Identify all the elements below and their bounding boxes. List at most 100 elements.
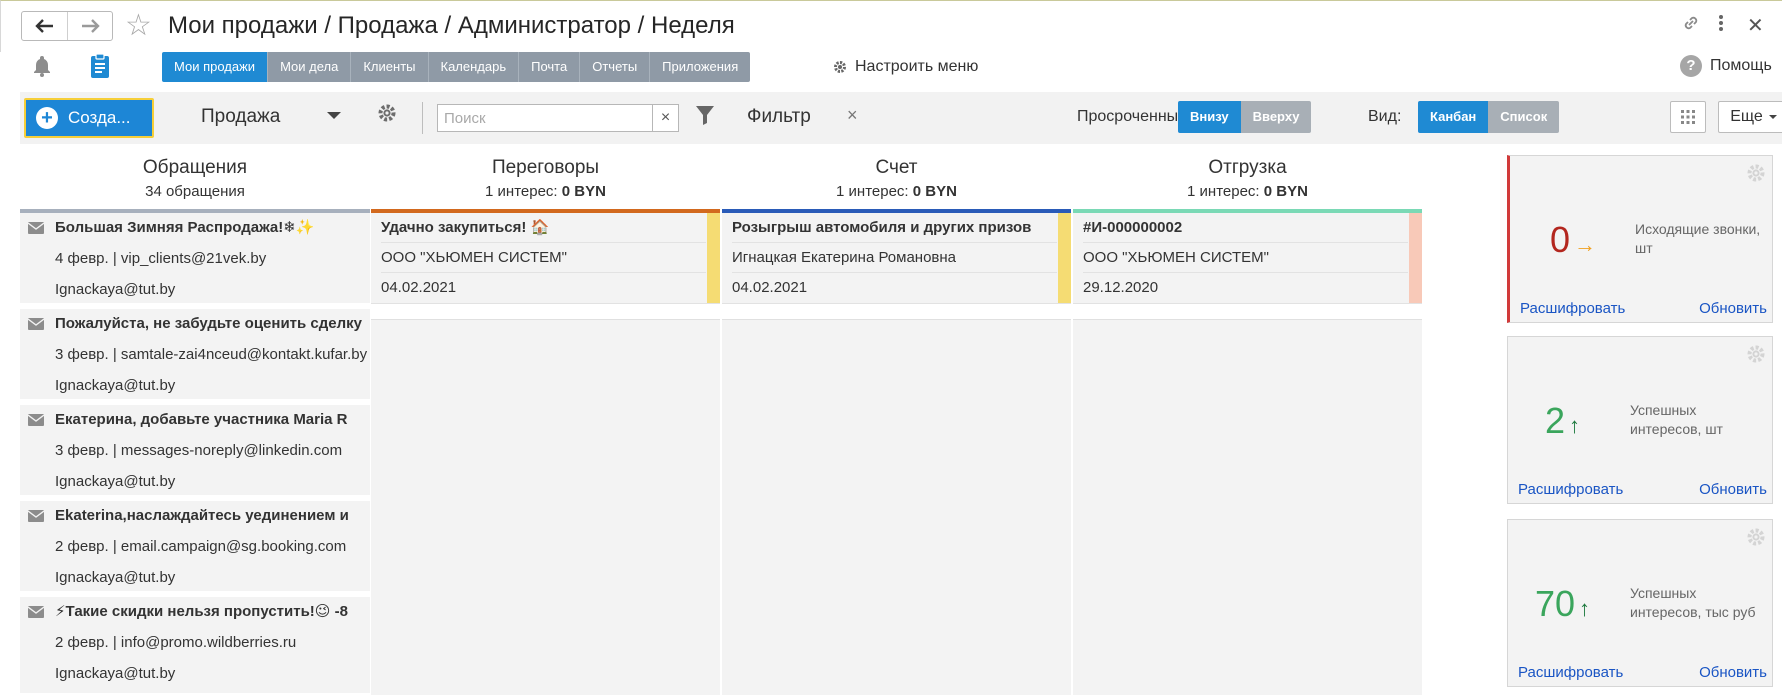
overdue-bottom-button[interactable]: Внизу — [1178, 101, 1241, 133]
envelope-icon — [27, 509, 45, 527]
inbox-card[interactable]: Екатерина, добавьте участника Maria R 3 … — [20, 405, 370, 501]
forward-button[interactable] — [67, 12, 112, 40]
card-title: #И-000000002 — [1083, 219, 1183, 236]
envelope-icon — [27, 221, 45, 239]
grid-layout-button[interactable] — [1670, 101, 1706, 133]
column-cards: Большая Зимняя Распродажа!❄✨ 4 февр. | v… — [20, 213, 370, 697]
view-list-button[interactable]: Список — [1488, 101, 1560, 133]
settings-gear-icon[interactable] — [377, 103, 397, 128]
filter-funnel-icon[interactable] — [695, 104, 715, 131]
history-nav — [21, 11, 113, 41]
chevron-down-icon[interactable] — [327, 112, 341, 119]
widget-decrypt-link[interactable]: Расшифровать — [1518, 481, 1623, 498]
column-count: 1 интерес: — [485, 183, 558, 200]
widget-refresh-link[interactable]: Обновить — [1699, 664, 1767, 681]
title-bar: ☆ Мои продажи / Продажа / Администратор … — [0, 0, 1782, 52]
card-status-stripe — [1409, 213, 1422, 303]
envelope-icon — [27, 317, 45, 335]
clipboard-icon[interactable] — [89, 53, 111, 84]
card-date: 04.02.2021 — [381, 272, 706, 302]
back-button[interactable] — [22, 12, 67, 40]
more-button[interactable]: Еще — [1718, 101, 1782, 133]
widget-refresh-link[interactable]: Обновить — [1699, 481, 1767, 498]
card-title: Розыгрыш автомобиля и других призов — [732, 219, 1032, 236]
section-tab-apps[interactable]: Приложения — [650, 52, 751, 82]
card-title: ⚡Такие скидки нельзя пропустить!😉 -8 — [55, 603, 348, 620]
card-client: ООО "ХЬЮМЕН СИСТЕМ" — [1083, 242, 1408, 272]
section-tab-calendar[interactable]: Календарь — [428, 52, 520, 82]
card-separator — [20, 303, 370, 309]
section-tab-clients[interactable]: Клиенты — [351, 52, 429, 82]
column-negotiations: Переговоры 1 интерес: 0 BYN Удачно закуп… — [371, 144, 720, 697]
widget-settings-gear-icon[interactable] — [1746, 344, 1766, 369]
card-recipient: Ignackaya@tut.by — [55, 473, 176, 490]
arrow-up-icon: ↑ — [1579, 596, 1591, 621]
card-status-stripe — [707, 213, 720, 303]
deal-card[interactable]: #И-000000002 ООО "ХЬЮМЕН СИСТЕМ" 29.12.2… — [1073, 213, 1422, 304]
column-header: Отгрузка 1 интерес: 0 BYN — [1073, 144, 1422, 210]
arrow-up-icon: ↑ — [1569, 413, 1581, 438]
card-separator — [20, 495, 370, 501]
envelope-icon — [27, 413, 45, 431]
create-button[interactable]: + Созда... — [24, 98, 154, 138]
column-empty-area — [1073, 319, 1422, 695]
overdue-label: Просроченные: — [1077, 108, 1192, 125]
inbox-card[interactable]: Большая Зимняя Распродажа!❄✨ 4 февр. | v… — [20, 213, 370, 309]
card-client: ООО "ХЬЮМЕН СИСТЕМ" — [381, 242, 706, 272]
stage-select[interactable]: Продажа — [201, 106, 280, 128]
card-meta: 3 февр. | messages-noreply@linkedin.com — [55, 442, 343, 459]
widget-description: Успешных интересов, шт — [1630, 402, 1723, 437]
link-icon[interactable] — [1681, 13, 1701, 39]
widget-refresh-link[interactable]: Обновить — [1699, 300, 1767, 317]
column-amount: 0 BYN — [1263, 183, 1308, 200]
card-title: Пожалуйста, не забудьте оценить сделку — [55, 315, 362, 332]
page-title: Мои продажи / Продажа / Администратор / … — [168, 12, 735, 39]
widget-decrypt-link[interactable]: Расшифровать — [1518, 664, 1623, 681]
view-kanban-button[interactable]: Канбан — [1418, 101, 1489, 133]
column-count: 1 интерес: — [836, 183, 909, 200]
section-tab-mail[interactable]: Почта — [519, 52, 581, 82]
filter-label[interactable]: Фильтр — [747, 106, 811, 128]
column-count: 1 интерес: — [1187, 183, 1260, 200]
filter-clear-button[interactable]: × — [847, 105, 858, 126]
overdue-top-button[interactable]: Вверху — [1240, 101, 1312, 133]
notifications-bell-icon[interactable] — [32, 55, 52, 82]
widget-value-block: 0 → — [1550, 219, 1596, 261]
widget-settings-gear-icon[interactable] — [1746, 527, 1766, 552]
create-label: Созда... — [68, 108, 131, 127]
section-tab-my-tasks[interactable]: Мои дела — [268, 52, 352, 82]
help-question-icon: ? — [1680, 55, 1702, 77]
card-separator — [20, 399, 370, 405]
grid-icon — [1681, 110, 1695, 124]
card-status-stripe — [1058, 213, 1071, 303]
column-cards: Удачно закупиться! 🏠 ООО "ХЬЮМЕН СИСТЕМ"… — [371, 213, 720, 697]
help-button[interactable]: ? Помощь — [1680, 55, 1772, 77]
column-amount: 0 BYN — [561, 183, 606, 200]
column-invoice: Счет 1 интерес: 0 BYN Розыгрыш автомобил… — [722, 144, 1071, 697]
card-recipient: Ignackaya@tut.by — [55, 665, 176, 682]
inbox-card[interactable]: ⚡Такие скидки нельзя пропустить!😉 -8 2 ф… — [20, 597, 370, 693]
widget-decrypt-link[interactable]: Расшифровать — [1520, 300, 1625, 317]
deal-card[interactable]: Удачно закупиться! 🏠 ООО "ХЬЮМЕН СИСТЕМ"… — [371, 213, 720, 304]
toolbar-divider — [422, 102, 423, 134]
column-inbox: Обращения 34 обращения Большая Зимняя Ра… — [20, 144, 370, 697]
card-date: 29.12.2020 — [1083, 272, 1408, 302]
card-meta: 2 февр. | info@promo.wildberries.ru — [55, 634, 297, 651]
column-subtitle: 1 интерес: 0 BYN — [722, 183, 1071, 200]
deal-card[interactable]: Розыгрыш автомобиля и других призов Игна… — [722, 213, 1071, 304]
column-title: Переговоры — [491, 157, 600, 178]
help-label: Помощь — [1710, 57, 1772, 74]
search-input[interactable] — [437, 104, 653, 132]
more-vertical-icon[interactable] — [1717, 13, 1725, 39]
section-tab-my-sales[interactable]: Мои продажи — [162, 52, 269, 82]
favorite-star-icon[interactable]: ☆ — [125, 9, 152, 43]
inbox-card[interactable]: Ekaterina,наслаждайтесь уединением и 2 ф… — [20, 501, 370, 597]
inbox-card[interactable]: Пожалуйста, не забудьте оценить сделку 3… — [20, 309, 370, 405]
column-title: Обращения — [142, 157, 248, 178]
column-empty-area — [371, 319, 720, 695]
close-icon[interactable]: ✕ — [1747, 13, 1764, 38]
customize-menu-button[interactable]: Настроить меню — [833, 58, 978, 76]
search-clear-button[interactable]: × — [653, 104, 679, 132]
widget-settings-gear-icon[interactable] — [1746, 163, 1766, 188]
section-tab-reports[interactable]: Отчеты — [580, 52, 651, 82]
